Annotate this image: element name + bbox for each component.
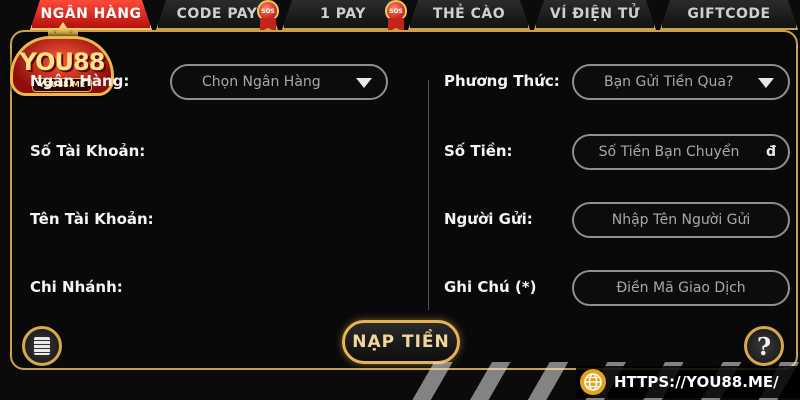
sender-input[interactable]: Nhập Tên Người Gửi <box>572 202 790 238</box>
tab-giftcode[interactable]: GIFTCODE <box>660 0 798 30</box>
account-number-label: Số Tài Khoản: <box>30 142 146 160</box>
sender-placeholder: Nhập Tên Người Gửi <box>611 212 751 228</box>
amount-label: Số Tiền: <box>444 142 513 160</box>
payment-tabs: NGÂN HÀNG CODE PAY SOS 1 PAY SOS THẺ CÀO… <box>30 0 800 32</box>
brand-logo: YOU88 YOU88.ME <box>10 22 114 102</box>
help-icon: ? <box>756 331 772 361</box>
history-button[interactable] <box>22 326 62 366</box>
site-url-text: HTTPS://YOU88.ME/ <box>614 373 779 391</box>
branch-label: Chi Nhánh: <box>30 278 123 296</box>
note-input[interactable]: Điền Mã Giao Dịch <box>572 270 790 306</box>
method-label: Phương Thức: <box>444 72 560 90</box>
chevron-down-icon <box>758 78 774 88</box>
bank-select-value: Chọn Ngân Hàng <box>202 74 321 90</box>
gift-badge-icon: SOS <box>253 0 283 32</box>
tab-e-wallet[interactable]: VÍ ĐIỆN TỬ <box>534 0 656 30</box>
tab-scratch-card[interactable]: THẺ CÀO <box>408 0 530 30</box>
column-divider <box>428 80 429 310</box>
method-select-value: Bạn Gửi Tiền Qua? <box>604 74 734 90</box>
document-icon <box>34 337 50 355</box>
method-select[interactable]: Bạn Gửi Tiền Qua? <box>572 64 790 100</box>
bank-select[interactable]: Chọn Ngân Hàng <box>170 64 388 100</box>
account-name-label: Tên Tài Khoản: <box>30 210 154 228</box>
amount-placeholder: Số Tiền Bạn Chuyển <box>598 144 740 160</box>
help-button[interactable]: ? <box>744 326 784 366</box>
chevron-down-icon <box>356 78 372 88</box>
gift-badge-icon: SOS <box>381 0 411 32</box>
currency-unit: đ <box>765 144 776 160</box>
sender-label: Người Gửi: <box>444 210 533 228</box>
globe-icon <box>580 369 606 395</box>
bank-label: Ngân Hàng: <box>30 72 130 90</box>
site-url-bar: HTTPS://YOU88.ME/ <box>576 366 800 398</box>
amount-input[interactable]: Số Tiền Bạn Chuyển đ <box>572 134 790 170</box>
deposit-button[interactable]: NẠP TIỀN <box>342 320 460 364</box>
globe-icon-graphic <box>584 373 602 391</box>
note-label: Ghi Chú (*) <box>444 278 537 296</box>
note-placeholder: Điền Mã Giao Dịch <box>616 280 746 296</box>
